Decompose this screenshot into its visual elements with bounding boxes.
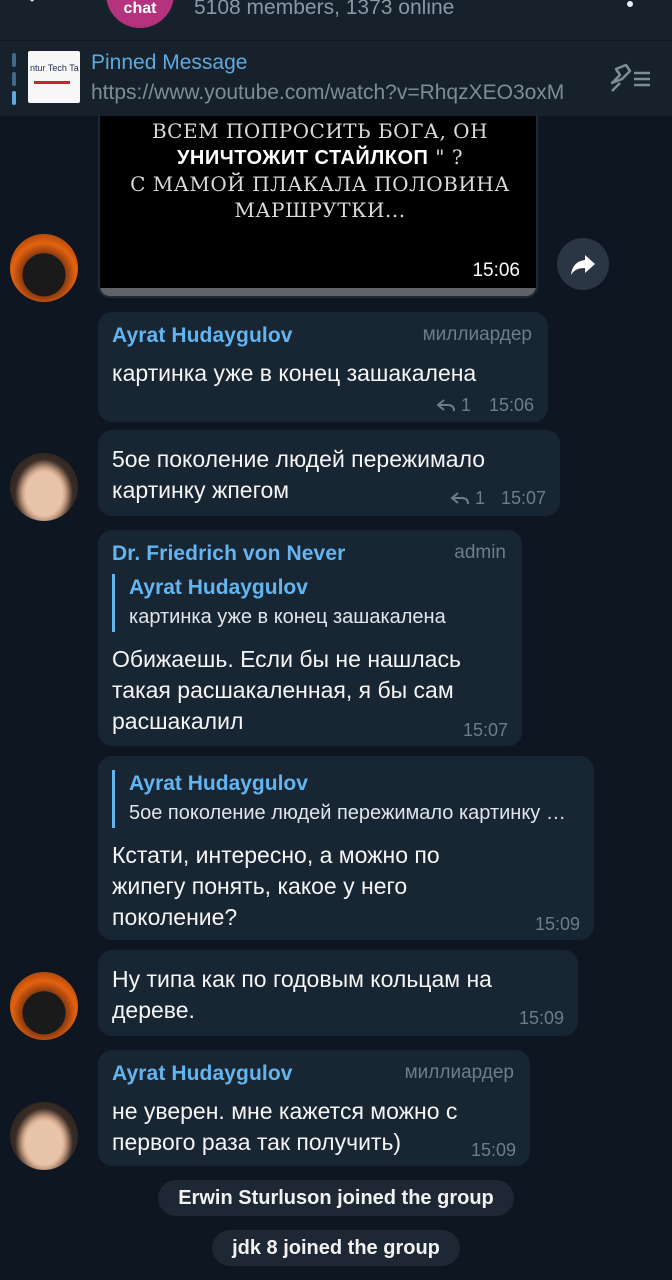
- message-time: 15:09: [470, 1140, 516, 1160]
- message-time: 15:07: [462, 720, 508, 740]
- sender-name[interactable]: Ayrat Hudaygulov: [112, 1062, 293, 1086]
- quote-text: картинка уже в конец зашакалена: [129, 606, 446, 628]
- share-button[interactable]: [557, 238, 609, 290]
- reply-count-value: 1: [461, 395, 472, 415]
- message-text: 5ое поколение людей пережимало картинку …: [112, 444, 485, 506]
- reply-count-value: 1: [475, 488, 486, 508]
- pinned-indicator: [12, 53, 16, 105]
- video-line-2-suffix: " ?: [428, 145, 464, 169]
- reply-quote[interactable]: Ayrat Hudaygulov картинка уже в конец за…: [112, 574, 502, 632]
- sender-name[interactable]: Ayrat Hudaygulov: [112, 324, 293, 348]
- service-message-joined: Erwin Sturluson joined the group: [158, 1180, 514, 1216]
- avatar[interactable]: [10, 972, 78, 1040]
- pinned-message-bar[interactable]: ntur Tech Ta Pinned Message https://www.…: [0, 40, 672, 116]
- message-text-line: дереве.: [112, 997, 195, 1023]
- quote-text: 5ое поколение людей пережимало картинку …: [129, 802, 574, 824]
- message-text-line: первого раза так получить): [112, 1129, 402, 1155]
- message-text-line: поколение?: [112, 904, 238, 930]
- video-duration: 15:06: [472, 260, 520, 281]
- chat-avatar[interactable]: chat: [106, 0, 174, 28]
- sender-role: миллиардер: [422, 324, 532, 345]
- pinned-thumbnail-text: ntur Tech Ta: [30, 63, 79, 73]
- pinned-text: https://www.youtube.com/watch?v=RhqzXEO3…: [91, 81, 565, 104]
- video-progress-bar[interactable]: [100, 288, 536, 296]
- message-time: 15:09: [534, 914, 580, 934]
- video-caption: ВСЕМ ПОПРОСИТЬ БОГА, ОН УНИЧТОЖИТ СТАЙЛК…: [100, 118, 536, 223]
- message-bubble[interactable]: Dr. Friedrich von Never admin Ayrat Huda…: [98, 530, 522, 746]
- message-text: картинка уже в конец зашакалена: [112, 360, 477, 386]
- service-message-joined: jdk 8 joined the group: [212, 1230, 460, 1266]
- message-text: Кстати, интересно, а можно по жипегу пон…: [112, 840, 440, 933]
- reply-count-icon: [450, 492, 469, 505]
- video-line-1: ВСЕМ ПОПРОСИТЬ БОГА, ОН: [151, 119, 489, 143]
- message-time: 15:07: [500, 488, 546, 508]
- message-text-line: расшакалил: [112, 708, 244, 734]
- chat-header: chat 5108 members, 1373 online: [0, 0, 672, 40]
- video-line-2: УНИЧТОЖИТ СТАЙЛКОП: [176, 147, 429, 169]
- message-text: Обижаешь. Если бы не нашлась такая расша…: [112, 644, 461, 737]
- unpin-icon[interactable]: [608, 61, 654, 95]
- quote-sender: Ayrat Hudaygulov: [129, 772, 308, 795]
- message-text-line: жипегу понять, какое у него: [112, 873, 408, 899]
- avatar[interactable]: [10, 1102, 78, 1170]
- avatar[interactable]: [10, 453, 78, 521]
- reply-count-icon: [436, 399, 455, 412]
- share-icon: [571, 255, 595, 275]
- message-bubble[interactable]: Ayrat Hudaygulov миллиардер картинка уже…: [98, 312, 548, 422]
- sender-role: миллиардер: [404, 1062, 514, 1083]
- message-text-line: такая расшакаленная, я бы сам: [112, 677, 454, 703]
- sender-name[interactable]: Dr. Friedrich von Never: [112, 542, 345, 566]
- pinned-title: Pinned Message: [91, 51, 248, 74]
- message-text-line: Ну типа как по годовым кольцам на: [112, 966, 492, 992]
- message-text-line: не уверен. мне кажется можно с: [112, 1098, 458, 1124]
- back-arrow-icon[interactable]: [26, 0, 48, 10]
- sender-role: admin: [454, 542, 506, 563]
- chat-avatar-label: chat: [123, 0, 157, 17]
- message-text-line: 5ое поколение людей пережимало: [112, 446, 486, 472]
- message-text-line: Обижаешь. Если бы не нашлась: [112, 646, 461, 672]
- message-bubble[interactable]: 5ое поколение людей пережимало картинку …: [98, 430, 560, 516]
- reply-count[interactable]: 1: [436, 395, 471, 416]
- reply-quote[interactable]: Ayrat Hudaygulov 5ое поколение людей пер…: [112, 770, 574, 828]
- message-text-line: Кстати, интересно, а можно по: [112, 842, 440, 868]
- message-text-line: картинку жпегом: [112, 477, 290, 503]
- more-icon[interactable]: [626, 0, 634, 12]
- message-text: Ну типа как по годовым кольцам на дереве…: [112, 964, 492, 1026]
- message-bubble[interactable]: Ayrat Hudaygulov миллиардер не уверен. м…: [98, 1050, 530, 1166]
- pinned-thumbnail: ntur Tech Ta: [28, 51, 80, 103]
- video-line-4: МАРШРУТКИ...: [234, 198, 406, 222]
- reply-count[interactable]: 1: [450, 488, 485, 509]
- message-text: не уверен. мне кажется можно с первого р…: [112, 1096, 457, 1158]
- message-time: 15:09: [518, 1008, 564, 1028]
- message-bubble[interactable]: Ну типа как по годовым кольцам на дереве…: [98, 950, 578, 1036]
- video-message[interactable]: ВСЕМ ПОПРОСИТЬ БОГА, ОН УНИЧТОЖИТ СТАЙЛК…: [98, 116, 538, 298]
- message-bubble[interactable]: Ayrat Hudaygulov 5ое поколение людей пер…: [98, 756, 594, 940]
- avatar[interactable]: [10, 234, 78, 302]
- message-time: 15:06: [488, 395, 534, 415]
- video-line-3: С МАМОЙ ПЛАКАЛА ПОЛОВИНА: [130, 172, 510, 196]
- members-count: 5108 members, 1373 online: [194, 0, 455, 19]
- quote-sender: Ayrat Hudaygulov: [129, 576, 308, 599]
